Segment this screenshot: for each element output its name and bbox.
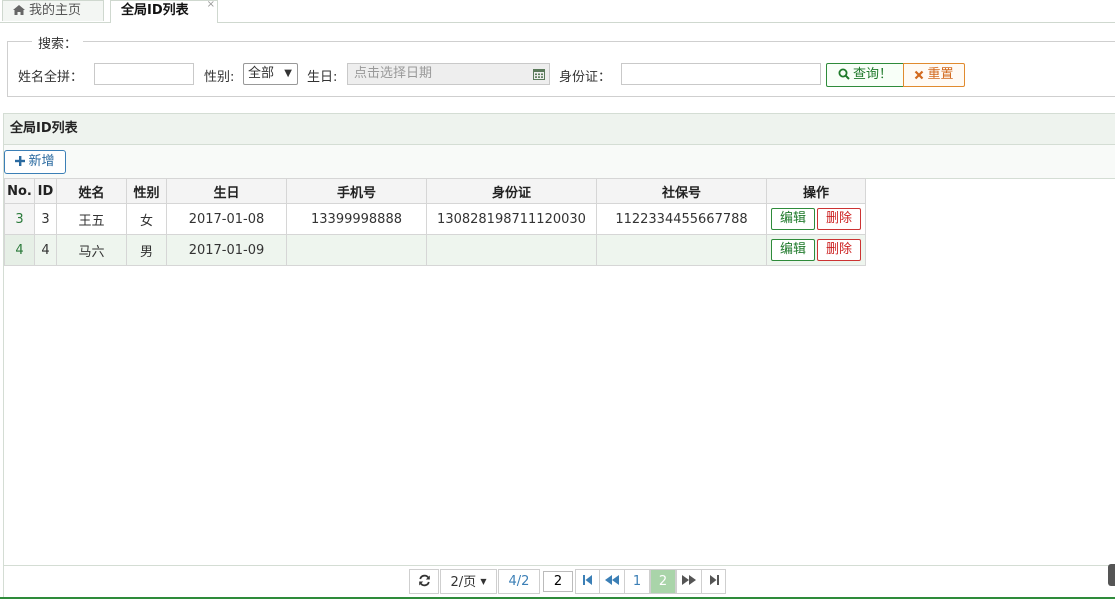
delete-button[interactable]: 删除 — [817, 239, 861, 261]
refresh-icon — [418, 574, 430, 587]
table-row[interactable]: 4 4 马六 男 2017-01-09 编辑 删除 — [4, 234, 866, 266]
birthday-input[interactable]: 点击选择日期 — [347, 63, 550, 85]
cell-social: 1122334455667788 — [596, 203, 767, 235]
data-table: No. ID 姓名 性别 生日 手机号 身份证 社保号 操作 3 3 王五 女 … — [4, 178, 866, 266]
tab-active-label: 全局ID列表 — [121, 3, 189, 18]
tab-home[interactable]: 我的主页 — [2, 0, 104, 21]
cell-social — [596, 234, 767, 266]
cell-idcard: 130828198711120030 — [426, 203, 597, 235]
cell-name: 王五 — [56, 203, 127, 235]
page-size-value: 2/页 — [450, 575, 477, 590]
prev-page-button[interactable] — [599, 569, 625, 594]
cell-gender: 女 — [126, 203, 167, 235]
caret-down-icon: ▼ — [480, 577, 487, 586]
page-jump-input[interactable] — [543, 571, 573, 592]
gender-label: 性别: — [204, 70, 235, 85]
reset-button[interactable]: 重置 — [903, 63, 965, 87]
first-page-button[interactable] — [575, 569, 600, 594]
cell-idcard — [426, 234, 597, 266]
query-button[interactable]: 查询！ — [826, 63, 904, 87]
page-jump — [540, 569, 576, 594]
col-header-idcard[interactable]: 身份证 — [426, 178, 597, 204]
edit-button[interactable]: 编辑 — [771, 208, 815, 230]
home-icon — [13, 5, 25, 15]
panel-toolbar: 新增 — [4, 145, 1115, 179]
last-page-button[interactable] — [701, 569, 726, 594]
table-row[interactable]: 3 3 王五 女 2017-01-08 13399998888 13082819… — [4, 203, 866, 235]
tab-home-label: 我的主页 — [29, 3, 82, 18]
idcard-label: 身份证： — [559, 70, 612, 85]
delete-button[interactable]: 删除 — [817, 208, 861, 230]
search-legend: 搜索： — [32, 33, 84, 52]
cell-actions: 编辑 删除 — [766, 203, 866, 235]
tab-bar: 我的主页 全局ID列表 × — [0, 0, 1115, 23]
tab-close-icon[interactable]: × — [207, 0, 215, 15]
add-button[interactable]: 新增 — [4, 150, 66, 174]
cell-name: 马六 — [56, 234, 127, 266]
gender-select[interactable]: 全部 ▼ — [243, 63, 298, 85]
plus-icon — [15, 156, 26, 166]
col-header-social[interactable]: 社保号 — [596, 178, 767, 204]
birthday-placeholder: 点击选择日期 — [354, 66, 433, 81]
backward-icon — [605, 575, 619, 585]
tab-global-id-list[interactable]: 全局ID列表 × — [110, 0, 218, 23]
page-size-select[interactable]: 2/页 ▼ — [440, 569, 497, 594]
col-header-id[interactable]: ID — [34, 178, 57, 204]
reset-button-label: 重置 — [927, 67, 954, 82]
panel-title: 全局ID列表 — [4, 114, 1115, 145]
cell-no: 4 — [4, 234, 35, 266]
forward-icon — [682, 575, 696, 585]
cell-birthday: 2017-01-09 — [166, 234, 287, 266]
calendar-icon[interactable] — [533, 68, 545, 80]
query-button-label: 查询！ — [852, 67, 892, 82]
close-icon — [915, 70, 924, 80]
next-page-button[interactable] — [676, 569, 702, 594]
refresh-button[interactable] — [409, 569, 439, 594]
pager-divider — [3, 565, 1115, 566]
cell-no: 3 — [4, 203, 35, 235]
gender-selected-value: 全部 — [248, 66, 275, 81]
first-page-icon — [582, 575, 592, 585]
name-input[interactable] — [94, 63, 194, 85]
col-header-no[interactable]: No. — [4, 178, 35, 204]
last-page-icon — [709, 575, 719, 585]
cell-phone — [286, 234, 427, 266]
idcard-input[interactable] — [621, 63, 821, 85]
birthday-label: 生日: — [307, 70, 338, 85]
col-header-phone[interactable]: 手机号 — [286, 178, 427, 204]
list-panel: 全局ID列表 新增 No. ID 姓名 性别 生日 手机号 身份证 社保号 操作 — [3, 113, 1115, 599]
scrollbar-handle[interactable] — [1108, 564, 1115, 586]
cell-birthday: 2017-01-08 — [166, 203, 287, 235]
cell-id: 3 — [34, 203, 57, 235]
page-2-button[interactable]: 2 — [650, 569, 676, 594]
col-header-actions: 操作 — [766, 178, 866, 204]
page-1-button[interactable]: 1 — [624, 569, 650, 594]
name-label: 姓名全拼： — [18, 70, 84, 85]
chevron-down-icon: ▼ — [284, 68, 292, 79]
page-info: 4/2 — [498, 569, 540, 594]
cell-phone: 13399998888 — [286, 203, 427, 235]
col-header-birthday[interactable]: 生日 — [166, 178, 287, 204]
cell-id: 4 — [34, 234, 57, 266]
col-header-name[interactable]: 姓名 — [56, 178, 127, 204]
table-header-row: No. ID 姓名 性别 生日 手机号 身份证 社保号 操作 — [4, 178, 866, 204]
search-icon — [838, 68, 850, 80]
col-header-gender[interactable]: 性别 — [126, 178, 167, 204]
cell-gender: 男 — [126, 234, 167, 266]
search-fieldset: 搜索： 姓名全拼： 性别: 全部 ▼ 生日: 点击选择日期 身份证： 查询！ 重… — [7, 33, 1115, 97]
edit-button[interactable]: 编辑 — [771, 239, 815, 261]
add-button-label: 新增 — [28, 154, 55, 169]
cell-actions: 编辑 删除 — [766, 234, 866, 266]
